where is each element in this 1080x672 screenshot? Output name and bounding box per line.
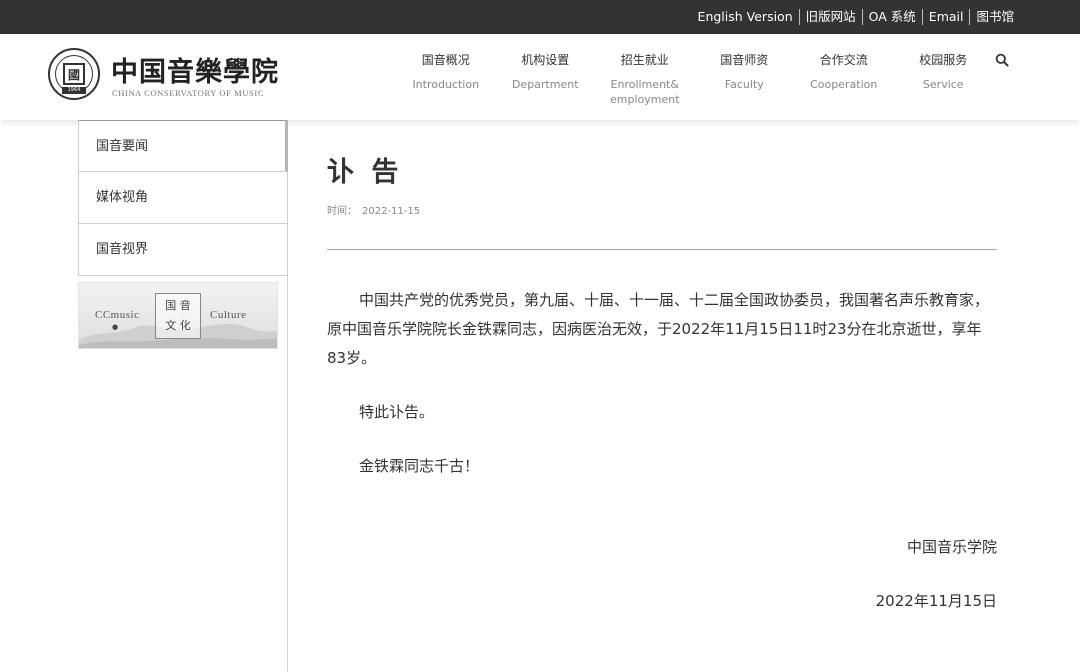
top-links: English Version 旧版网站 OA 系统 Email 图书馆 [692,0,1020,34]
sidebar-item-news[interactable]: 国音要闻 [78,120,288,172]
nav-item-cooperation[interactable]: 合作交流 Cooperation [794,52,894,107]
nav-label-cn: 校园服务 [919,53,968,67]
article-sign-date: 2022年11月15日 [875,592,997,610]
nav-item-department[interactable]: 机构设置 Department [496,52,596,107]
email-link[interactable]: Email [921,9,970,25]
emblem-character: 國 [63,63,85,85]
banner-calligraphy-box: 国 音 文 化 [155,293,201,339]
banner-right-text: Culture [210,309,247,321]
divider-line [327,249,997,250]
nav-label-cn: 合作交流 [819,53,868,67]
nav-label-cn: 国音师资 [720,53,769,67]
meta-label: 时间： [327,206,357,217]
nav-label-en: Enrollment& employment [609,78,680,106]
logo-chinese-name: 中国音樂學院 [111,57,279,88]
sidebar-item-vision[interactable]: 国音视界 [78,224,288,276]
oa-system-link[interactable]: OA 系统 [861,9,922,25]
emblem-year: 1964 [62,87,86,94]
nav-label-en: Introduction [412,78,480,91]
library-link[interactable]: 图书馆 [969,9,1020,25]
nav-label-en: Department [511,78,579,91]
sidebar-item-media[interactable]: 媒体视角 [78,172,288,224]
banner-seal-icon: ● [112,323,119,331]
sidebar: 国音要闻 媒体视角 国音视界 CCmusic ● 国 音 文 化 Culture [78,120,288,349]
nav-label-cn: 招生就业 [620,53,669,67]
article-paragraph: 金铁霖同志千古！ [359,457,480,475]
banner-box-line-1: 国 音 [165,299,191,312]
old-site-link[interactable]: 旧版网站 [798,9,862,25]
article-meta: 时间： 2022-11-15 [327,202,420,217]
emblem-icon: 國 1964 [48,48,100,100]
nav-label-en: Cooperation [810,78,878,91]
search-icon[interactable] [995,53,1009,67]
nav-item-service[interactable]: 校园服务 Service [894,52,994,107]
article-signature: 中国音乐学院 [906,538,997,556]
nav-label-cn: 机构设置 [521,53,570,67]
english-version-link[interactable]: English Version [692,9,799,25]
nav-label-cn: 国音概况 [421,53,470,67]
nav-item-faculty[interactable]: 国音师资 Faculty [695,52,795,107]
article-paragraph: 特此讣告。 [359,403,435,421]
site-logo[interactable]: 國 1964 中国音樂學院 CHINA CONSERVATORY OF MUSI… [48,48,278,100]
nav-item-enrollment[interactable]: 招生就业 Enrollment& employment [595,52,695,107]
nav-label-en: Faculty [724,78,764,91]
banner-left-text: CCmusic [95,309,140,321]
nav-item-introduction[interactable]: 国音概况 Introduction [396,52,496,107]
main-nav: 国音概况 Introduction 机构设置 Department 招生就业 E… [396,52,993,107]
meta-date: 2022-11-15 [362,206,421,217]
logo-english-name: CHINA CONSERVATORY OF MUSIC [112,88,265,98]
site-header: 國 1964 中国音樂學院 CHINA CONSERVATORY OF MUSI… [0,34,1080,120]
article-paragraph: 中国共产党的优秀党员，第九届、十届、十一届、十二届全国政协委员，我国著名声乐教育… [327,291,990,367]
nav-label-en: Service [922,78,964,91]
top-bar: English Version 旧版网站 OA 系统 Email 图书馆 [0,0,1080,34]
banner-box-line-2: 文 化 [165,319,191,332]
article-title: 讣 告 [327,157,403,188]
culture-banner[interactable]: CCmusic ● 国 音 文 化 Culture [78,282,278,349]
